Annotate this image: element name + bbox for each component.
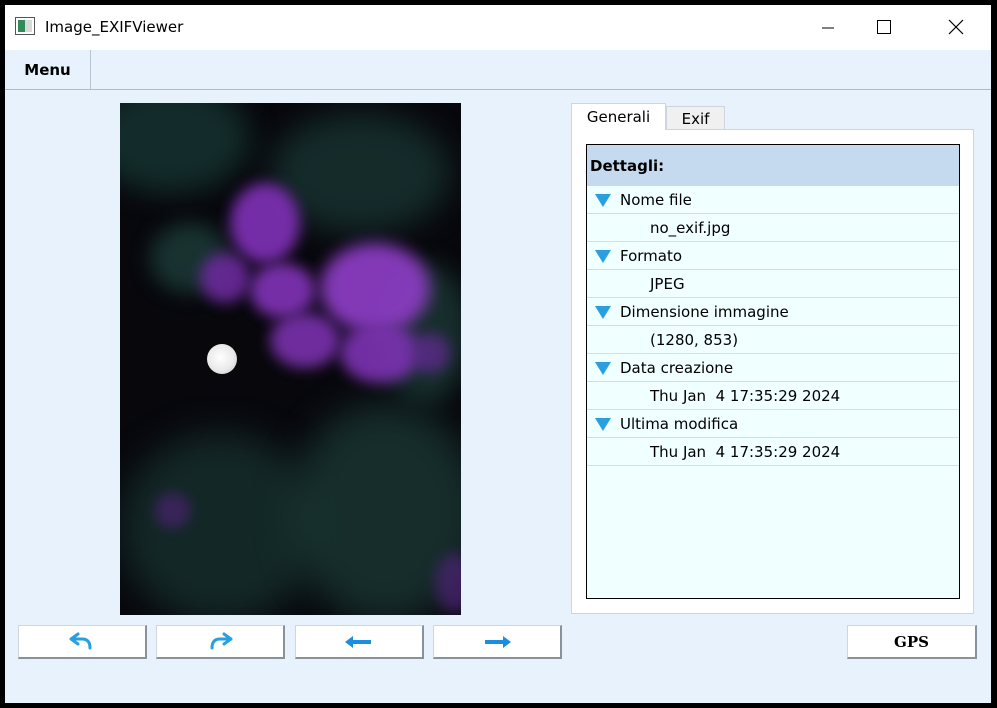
- undo-arrow-icon: [69, 632, 92, 649]
- close-button[interactable]: [933, 5, 979, 50]
- window-title: Image_EXIFViewer: [45, 18, 184, 36]
- tree-node-label: Data creazione: [620, 359, 734, 377]
- tree-leaf[interactable]: Thu Jan 4 17:35:29 2024: [587, 438, 959, 466]
- tree-leaf[interactable]: no_exif.jpg: [587, 214, 959, 242]
- details-tree[interactable]: Dettagli: Nome file no_exif.jpg Formato …: [586, 144, 960, 599]
- tree-node-label: Nome file: [620, 191, 692, 209]
- tab-generali[interactable]: Generali: [571, 103, 666, 130]
- tree-leaf[interactable]: Thu Jan 4 17:35:29 2024: [587, 382, 959, 410]
- details-header: Dettagli:: [587, 145, 959, 186]
- tree-node-data-creazione[interactable]: Data creazione: [587, 354, 959, 382]
- maximize-button[interactable]: [861, 5, 907, 50]
- tree-leaf-value: (1280, 853): [650, 331, 739, 349]
- redo-arrow-icon: [210, 632, 233, 649]
- minimize-icon: [822, 27, 834, 29]
- close-icon: [948, 19, 964, 35]
- menu-bar: Menu: [5, 50, 991, 90]
- image-preview: [120, 103, 461, 615]
- tree-leaf[interactable]: (1280, 853): [587, 326, 959, 354]
- triangle-down-icon[interactable]: [595, 194, 611, 207]
- triangle-down-icon[interactable]: [595, 250, 611, 263]
- tree-leaf-value: Thu Jan 4 17:35:29 2024: [650, 443, 841, 461]
- tab-exif[interactable]: Exif: [666, 106, 725, 130]
- redo-button[interactable]: [156, 625, 285, 659]
- left-arrow-icon: [345, 635, 371, 648]
- menu-button[interactable]: Menu: [5, 50, 91, 89]
- right-arrow-icon: [485, 635, 511, 648]
- app-window: Image_EXIFViewer Menu GPS Generali Exif …: [5, 5, 991, 703]
- tree-node-formato[interactable]: Formato: [587, 242, 959, 270]
- previous-image-button[interactable]: [295, 625, 424, 659]
- tree-node-dimensione-immagine[interactable]: Dimensione immagine: [587, 298, 959, 326]
- title-bar[interactable]: Image_EXIFViewer: [5, 5, 991, 50]
- maximize-icon: [877, 20, 891, 34]
- undo-button[interactable]: [18, 625, 147, 659]
- app-icon: [15, 17, 35, 35]
- tree-leaf-value: Thu Jan 4 17:35:29 2024: [650, 387, 841, 405]
- tree-leaf-value: no_exif.jpg: [650, 219, 731, 237]
- next-image-button[interactable]: [433, 625, 562, 659]
- moon-highlight: [207, 344, 237, 374]
- tree-node-ultima-modifica[interactable]: Ultima modifica: [587, 410, 959, 438]
- tree-node-nome-file[interactable]: Nome file: [587, 186, 959, 214]
- triangle-down-icon[interactable]: [595, 418, 611, 431]
- triangle-down-icon[interactable]: [595, 306, 611, 319]
- tree-node-label: Formato: [620, 247, 683, 265]
- gps-button[interactable]: GPS: [847, 625, 977, 659]
- tree-leaf-value: JPEG: [650, 275, 685, 293]
- tree-node-label: Ultima modifica: [620, 415, 739, 433]
- tree-node-label: Dimensione immagine: [620, 303, 789, 321]
- minimize-button[interactable]: [805, 5, 851, 50]
- triangle-down-icon[interactable]: [595, 362, 611, 375]
- tree-leaf[interactable]: JPEG: [587, 270, 959, 298]
